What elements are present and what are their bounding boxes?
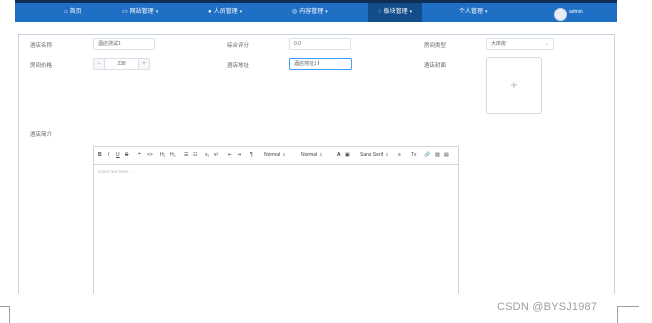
bullet-list-button[interactable]: ☷	[193, 151, 197, 159]
room-type-value: 大床房	[491, 41, 507, 47]
address-label: 酒店地址	[227, 63, 250, 69]
subscript-button[interactable]: x₂	[205, 151, 209, 159]
font-select-value: Sans Serif	[360, 152, 384, 158]
updown-icon: ⇕	[385, 152, 389, 157]
monitor-icon: ▭	[122, 9, 128, 15]
superscript-button[interactable]: x²	[214, 151, 218, 159]
increase-button[interactable]: +	[138, 59, 149, 69]
italic-button[interactable]: I	[108, 151, 109, 159]
top-navbar: ⌂ 首页 ▭ 网站管理 ▾ ● 人员管理 ▾ ◎ 内容管理 ▾ ◌ 板块管理 ▾ 个人管理 ▾ ad…	[15, 0, 617, 22]
outdent-button[interactable]: ⇤	[228, 151, 232, 159]
editor-content-area[interactable]: Insert text here ...	[98, 169, 133, 174]
user-icon: ●	[208, 9, 212, 15]
address-input[interactable]: 酒店地址1I	[289, 58, 352, 70]
header-select-value: Normal	[301, 152, 318, 158]
nav-personal-management[interactable]: 个人管理 ▾	[459, 3, 488, 22]
font-select[interactable]: Sans Serif ⇕	[360, 151, 388, 159]
chevron-down-icon: ▾	[485, 9, 488, 15]
avatar[interactable]	[554, 8, 567, 21]
header-2-button[interactable]: H₂	[170, 151, 176, 159]
editor-toolbar: B I U S ❝ <> H₁ H₂ ☰ ☷ x₂ x² ⇤ ⇥ ¶ Norma…	[94, 147, 458, 165]
chevron-down-icon: ⌄	[544, 41, 549, 47]
chevron-down-icon: ▾	[409, 9, 413, 15]
indent-button[interactable]: ⇥	[237, 151, 241, 159]
updown-icon: ⇕	[319, 152, 323, 157]
clean-format-button[interactable]: Tx	[411, 151, 417, 159]
text-direction-button[interactable]: ¶	[250, 151, 253, 159]
nav-section-management[interactable]: ◌ 板块管理 ▾	[368, 3, 423, 22]
home-icon: ⌂	[64, 9, 68, 15]
blockquote-button[interactable]: ❝	[138, 151, 141, 159]
nav-home[interactable]: ⌂ 首页	[64, 3, 82, 22]
chat-icon: ◌	[378, 9, 382, 15]
underline-button[interactable]: U	[116, 151, 120, 159]
nav-personal-label: 个人管理	[459, 9, 484, 15]
watermark: CSDN @BYSJ1987	[497, 301, 598, 313]
nav-section-label: 板块管理	[383, 9, 408, 15]
align-button[interactable]: ≡	[398, 151, 401, 159]
chevron-down-icon: ▾	[239, 9, 243, 15]
address-value: 酒店地址1	[294, 61, 317, 67]
nav-site-management[interactable]: ▭ 网站管理 ▾	[122, 3, 158, 22]
intro-label: 酒店简介	[30, 132, 53, 138]
updown-icon: ⇕	[282, 152, 286, 157]
room-price-label: 房间价格	[30, 63, 53, 69]
text-cursor-icon: I	[317, 61, 320, 67]
chevron-down-icon: ▾	[325, 9, 328, 15]
corner-marker-left	[0, 306, 10, 323]
cover-label: 酒店封面	[424, 63, 447, 69]
bold-button[interactable]: B	[98, 151, 102, 159]
strike-button[interactable]: S	[125, 151, 128, 159]
text-color-button[interactable]: A	[337, 151, 341, 159]
chevron-down-icon: ▾	[155, 9, 159, 15]
nav-staff-label: 人员管理	[213, 9, 238, 15]
nav-content-management[interactable]: ◎ 内容管理 ▾	[292, 3, 328, 22]
rating-input[interactable]: 0.0	[289, 38, 351, 50]
room-type-select[interactable]: 大床房 ⌄	[486, 38, 554, 50]
size-select-value: Normal	[264, 152, 281, 158]
video-icon[interactable]: ▤	[444, 151, 449, 159]
header-1-button[interactable]: H₁	[160, 151, 165, 159]
room-type-label: 房间类型	[424, 43, 447, 49]
nav-content-label: 内容管理	[299, 9, 324, 15]
background-color-button[interactable]: ▣	[345, 151, 350, 159]
nav-home-label: 首页	[69, 9, 82, 15]
link-icon[interactable]: 🔗	[424, 151, 430, 159]
size-select[interactable]: Normal ⇕	[264, 151, 285, 159]
plus-icon: +	[510, 78, 518, 92]
image-icon[interactable]: ▨	[435, 151, 440, 159]
room-price-value[interactable]: 238	[104, 59, 139, 69]
rich-text-editor: B I U S ❝ <> H₁ H₂ ☰ ☷ x₂ x² ⇤ ⇥ ¶ Norma…	[93, 146, 459, 294]
compass-icon: ◎	[292, 9, 298, 15]
nav-staff-management[interactable]: ● 人员管理 ▾	[208, 3, 242, 22]
rating-label: 综合评分	[227, 43, 250, 49]
cover-uploader[interactable]: +	[486, 57, 542, 114]
ordered-list-button[interactable]: ☰	[184, 151, 188, 159]
room-price-stepper: − 238 +	[93, 58, 150, 70]
user-name[interactable]: admin	[569, 9, 583, 15]
hotel-name-input[interactable]: 酒店测试1	[93, 38, 155, 50]
header-select[interactable]: Normal ⇕	[301, 151, 322, 159]
nav-site-label: 网站管理	[129, 9, 154, 15]
corner-marker-right	[617, 306, 639, 323]
code-block-button[interactable]: <>	[147, 151, 153, 159]
hotel-name-label: 酒店名称	[30, 43, 53, 49]
